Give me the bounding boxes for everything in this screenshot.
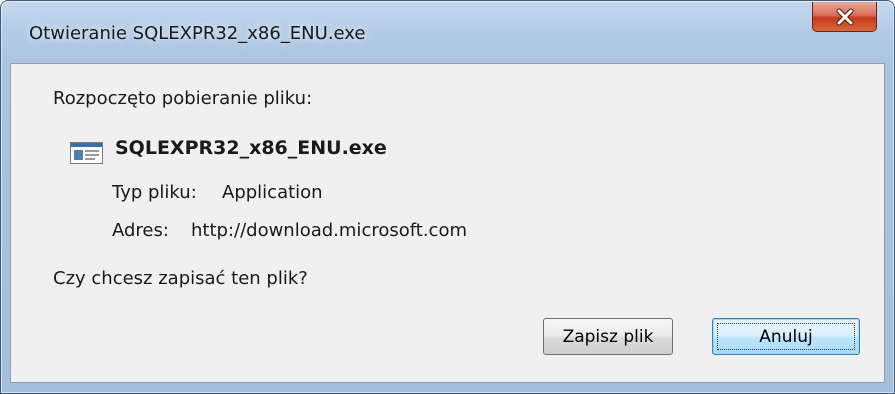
dialog-content: Rozpoczęto pobieranie pliku: SQLEXPR32_x…	[10, 63, 885, 383]
close-icon	[836, 8, 853, 25]
close-button[interactable]	[812, 2, 877, 32]
address-value: http://download.microsoft.com	[191, 220, 467, 241]
file-type-label: Typ pliku:	[112, 182, 197, 203]
save-question-text: Czy chcesz zapisać ten plik?	[53, 268, 308, 289]
dialog-window: Otwieranie SQLEXPR32_x86_ENU.exe Rozpocz…	[0, 0, 895, 394]
file-type-value: Application	[222, 182, 323, 203]
download-intro-text: Rozpoczęto pobieranie pliku:	[53, 88, 313, 109]
window-title: Otwieranie SQLEXPR32_x86_ENU.exe	[29, 23, 366, 44]
cancel-button[interactable]: Anuluj	[712, 318, 860, 355]
file-name: SQLEXPR32_x86_ENU.exe	[115, 137, 387, 159]
address-label: Adres:	[112, 220, 169, 241]
application-file-icon	[70, 142, 103, 164]
save-file-button[interactable]: Zapisz plik	[543, 318, 673, 355]
